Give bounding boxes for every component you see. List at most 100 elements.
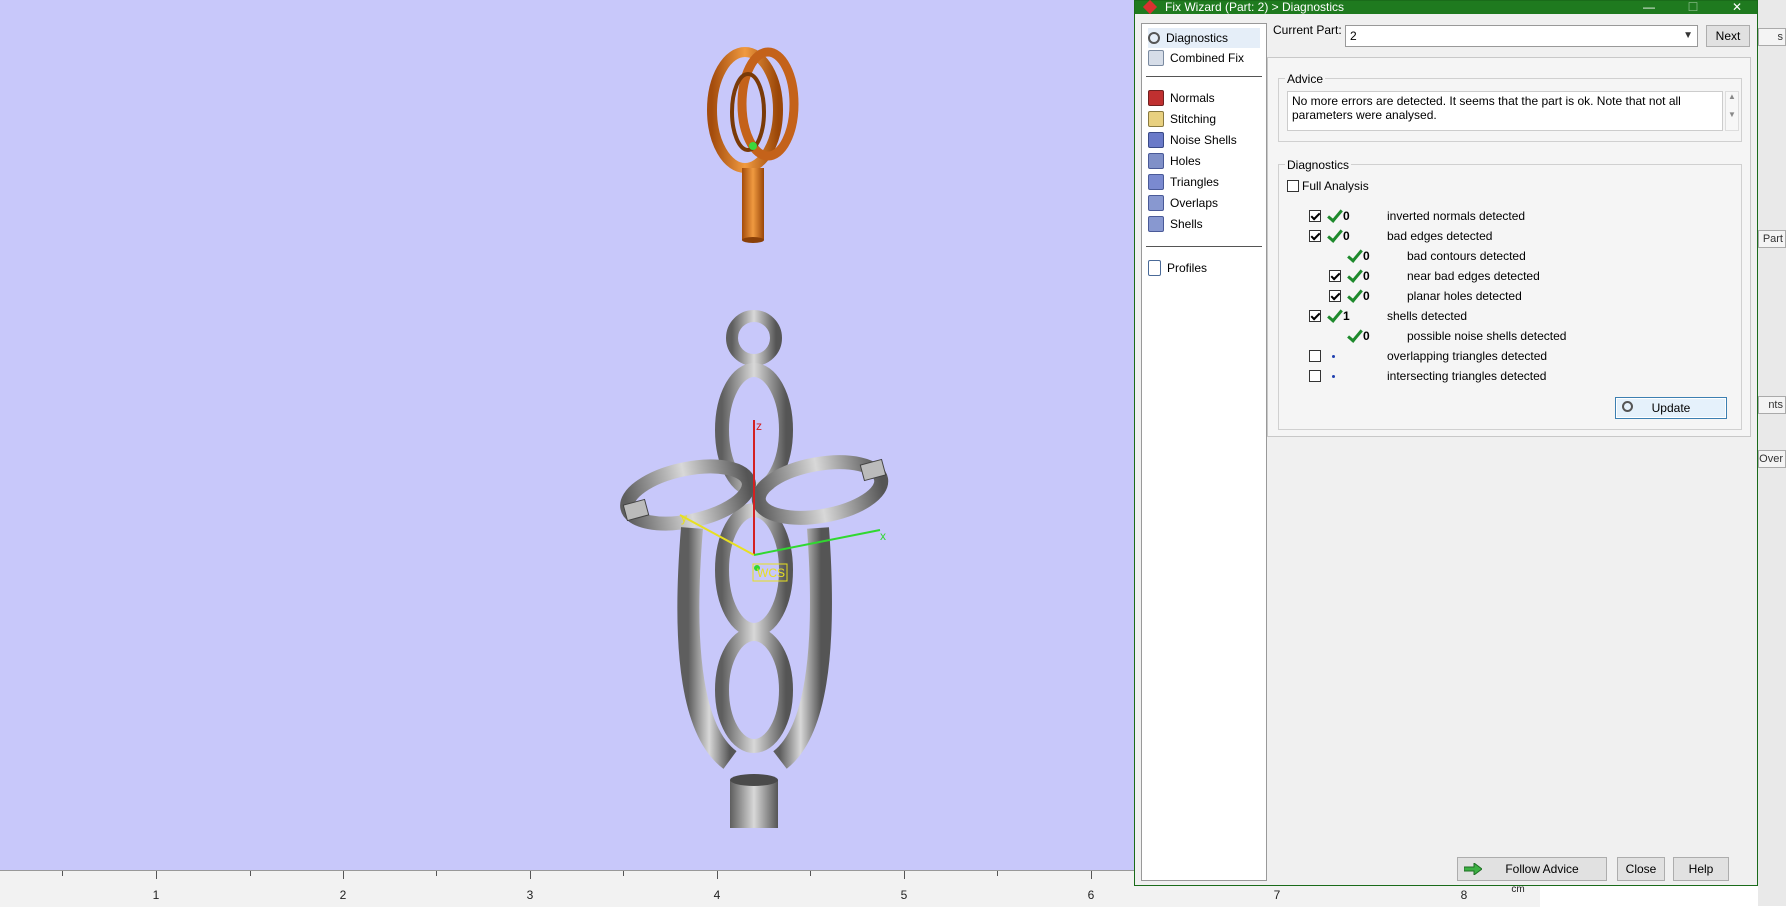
diag-row-overlapping-triangles: overlapping triangles detected bbox=[1309, 347, 1547, 365]
diag-row-inverted-normals: 0 inverted normals detected bbox=[1309, 207, 1525, 225]
overlaps-cube-icon bbox=[1148, 195, 1164, 211]
diag-row-shells: 1 shells detected bbox=[1309, 307, 1467, 325]
triangles-cube-icon bbox=[1148, 174, 1164, 190]
nav-item-label: Triangles bbox=[1170, 175, 1219, 189]
ruler-minor-tick bbox=[997, 871, 998, 876]
close-window-button[interactable]: ✕ bbox=[1717, 1, 1757, 13]
diag-label: bad contours detected bbox=[1407, 249, 1526, 263]
diag-checkbox[interactable] bbox=[1329, 270, 1341, 282]
ruler-label-4: 4 bbox=[713, 888, 721, 902]
bg-button-fragment: nts bbox=[1758, 396, 1786, 414]
diag-count: 1 bbox=[1343, 309, 1350, 323]
diag-checkbox[interactable] bbox=[1309, 370, 1321, 382]
nav-item-label: Profiles bbox=[1167, 261, 1208, 275]
magnifier-icon bbox=[1622, 401, 1633, 412]
shells-cube-icon bbox=[1148, 216, 1164, 232]
ruler-label-2: 2 bbox=[339, 888, 347, 902]
y-axis-label: y bbox=[681, 511, 687, 525]
advice-text: No more errors are detected. It seems th… bbox=[1287, 91, 1723, 131]
nav-item-holes[interactable]: Holes bbox=[1148, 151, 1260, 171]
nav-item-label: Overlaps bbox=[1170, 196, 1219, 210]
nav-separator bbox=[1146, 76, 1262, 77]
diag-count: 0 bbox=[1363, 329, 1370, 343]
minimize-button[interactable]: — bbox=[1629, 1, 1669, 13]
diag-checkbox[interactable] bbox=[1309, 230, 1321, 242]
diag-checkbox[interactable] bbox=[1309, 210, 1321, 222]
diag-row-bad-edges: 0 bad edges detected bbox=[1309, 227, 1492, 245]
green-check-icon bbox=[1345, 267, 1363, 285]
diag-count: 0 bbox=[1343, 229, 1350, 243]
full-analysis-checkbox[interactable] bbox=[1287, 180, 1299, 192]
diag-row-near-bad-edges: 0 near bad edges detected bbox=[1329, 267, 1540, 285]
current-part-label: Current Part: bbox=[1273, 23, 1342, 37]
dialog-title: Fix Wizard (Part: 2) > Diagnostics bbox=[1165, 0, 1345, 14]
maximize-button[interactable]: ☐ bbox=[1673, 1, 1713, 13]
nav-item-stitching[interactable]: Stitching bbox=[1148, 109, 1260, 129]
diagnostics-panel: Advice No more errors are detected. It s… bbox=[1267, 57, 1751, 439]
ruler-label-1: 1 bbox=[152, 888, 160, 902]
full-analysis-label: Full Analysis bbox=[1302, 179, 1369, 193]
bg-tab-fragment: s bbox=[1758, 28, 1786, 46]
dialog-titlebar[interactable]: Fix Wizard (Part: 2) > Diagnostics — ☐ ✕ bbox=[1135, 0, 1757, 15]
orange-bail-part[interactable] bbox=[707, 47, 799, 243]
diag-checkbox[interactable] bbox=[1309, 350, 1321, 362]
diag-count: 0 bbox=[1363, 249, 1370, 263]
noise-shells-cube-icon bbox=[1148, 132, 1164, 148]
normals-cube-icon bbox=[1148, 90, 1164, 106]
nav-item-overlaps[interactable]: Overlaps bbox=[1148, 193, 1260, 213]
diag-label: inverted normals detected bbox=[1387, 209, 1526, 223]
wizard-nav: Diagnostics Combined Fix Normals Stitchi… bbox=[1141, 23, 1267, 881]
follow-advice-button[interactable]: Follow Advice bbox=[1457, 857, 1607, 881]
diag-checkbox[interactable] bbox=[1309, 310, 1321, 322]
nav-item-label: Combined Fix bbox=[1170, 51, 1245, 65]
nav-item-triangles[interactable]: Triangles bbox=[1148, 172, 1260, 192]
gray-cross-part[interactable] bbox=[620, 310, 889, 828]
green-check-icon bbox=[1325, 227, 1343, 245]
diagnostics-group: Diagnostics Full Analysis 0 inverted nor… bbox=[1278, 158, 1742, 430]
nav-item-diagnostics[interactable]: Diagnostics bbox=[1148, 28, 1260, 48]
z-axis-label: z bbox=[756, 419, 762, 433]
current-part-select[interactable]: 2 ▼ bbox=[1345, 25, 1698, 47]
profiles-document-icon bbox=[1148, 260, 1161, 276]
diag-count: 0 bbox=[1363, 269, 1370, 283]
nav-item-profiles[interactable]: Profiles bbox=[1148, 258, 1260, 278]
ruler-major-tick bbox=[343, 871, 344, 879]
diag-label: near bad edges detected bbox=[1407, 269, 1540, 283]
close-button[interactable]: Close bbox=[1617, 857, 1665, 881]
green-check-icon bbox=[1325, 307, 1343, 325]
next-part-button[interactable]: Next bbox=[1706, 25, 1750, 47]
full-analysis-option[interactable]: Full Analysis bbox=[1287, 177, 1369, 195]
ruler-major-tick bbox=[156, 871, 157, 879]
stitching-cube-icon bbox=[1148, 111, 1164, 127]
diag-label: bad edges detected bbox=[1387, 229, 1493, 243]
help-button[interactable]: Help bbox=[1673, 857, 1729, 881]
fix-wizard-dialog: Fix Wizard (Part: 2) > Diagnostics — ☐ ✕… bbox=[1134, 0, 1758, 886]
ruler-label-6: 6 bbox=[1087, 888, 1095, 902]
nav-item-combined-fix[interactable]: Combined Fix bbox=[1148, 48, 1260, 68]
ruler-major-tick bbox=[530, 871, 531, 879]
wcs-label: WCS bbox=[757, 566, 785, 580]
update-label: Update bbox=[1651, 401, 1691, 415]
ruler-minor-tick bbox=[62, 871, 63, 876]
diag-checkbox[interactable] bbox=[1329, 290, 1341, 302]
diag-row-planar-holes: 0 planar holes detected bbox=[1329, 287, 1522, 305]
follow-advice-label: Follow Advice bbox=[1505, 862, 1579, 876]
green-check-icon bbox=[1345, 327, 1363, 345]
nav-item-shells[interactable]: Shells bbox=[1148, 214, 1260, 234]
diagnostics-title: Diagnostics bbox=[1285, 158, 1352, 172]
update-button[interactable]: Update bbox=[1615, 397, 1727, 419]
advice-scrollbar[interactable]: ▲ ▼ bbox=[1725, 91, 1739, 131]
green-check-icon bbox=[1325, 207, 1343, 225]
nav-item-noise-shells[interactable]: Noise Shells bbox=[1148, 130, 1260, 150]
cube-icon bbox=[1148, 50, 1164, 66]
green-check-icon bbox=[1345, 287, 1363, 305]
holes-cube-icon bbox=[1148, 153, 1164, 169]
chevron-down-icon: ▼ bbox=[1683, 30, 1693, 41]
nav-item-normals[interactable]: Normals bbox=[1148, 88, 1260, 108]
nav-item-label: Holes bbox=[1170, 154, 1201, 168]
diag-count: 0 bbox=[1363, 289, 1370, 303]
nav-item-label: Shells bbox=[1170, 217, 1203, 231]
ruler-label-7: 7 bbox=[1273, 888, 1281, 902]
nav-item-label: Stitching bbox=[1170, 112, 1217, 126]
advice-group: Advice No more errors are detected. It s… bbox=[1278, 72, 1742, 142]
